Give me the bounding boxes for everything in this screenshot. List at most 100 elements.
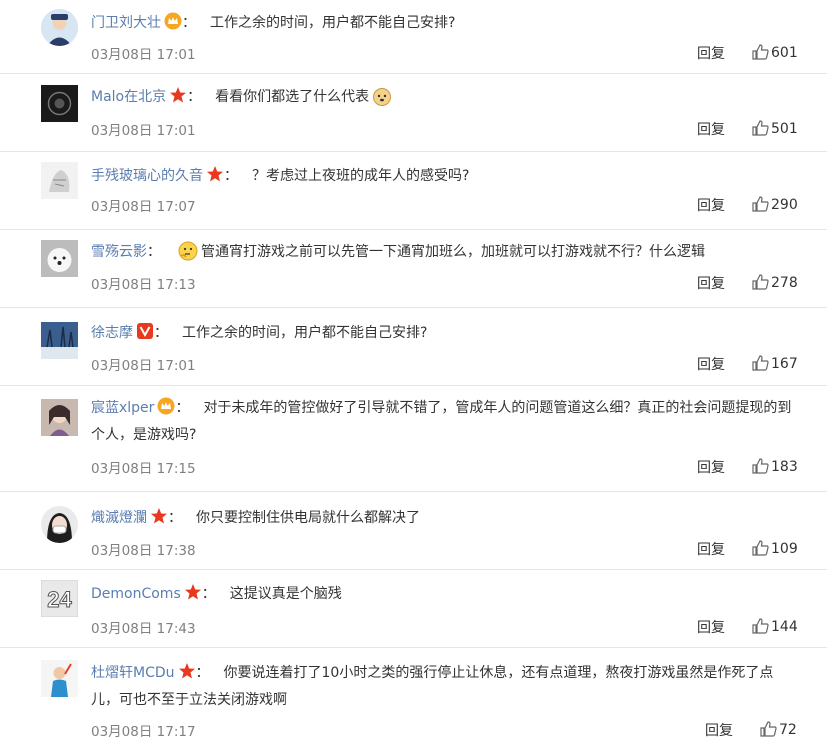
reply-button[interactable]: 回复 bbox=[705, 720, 733, 740]
avatar[interactable] bbox=[41, 85, 78, 122]
username-link[interactable]: 雪殇云影 bbox=[91, 244, 147, 260]
like-button[interactable]: 167 bbox=[752, 355, 798, 372]
comment-item: 雪殇云影： 管通宵打游戏之前可以先管一下通宵加班么，加班就可以打游戏就不行？什么逻… bbox=[0, 230, 827, 308]
comment-text: ？考虑过上夜班的成年人的感受吗? bbox=[252, 168, 470, 184]
avatar[interactable] bbox=[41, 9, 78, 46]
reply-button[interactable]: 回复 bbox=[697, 539, 725, 559]
comment-item: 手残玻璃心的久音：？考虑过上夜班的成年人的感受吗? 03月08日 17:07 回… bbox=[0, 152, 827, 230]
thumbs-up-icon bbox=[752, 274, 769, 290]
comment-text: 看看你们都选了什么代表 bbox=[215, 89, 370, 105]
avatar[interactable] bbox=[41, 240, 78, 277]
avatar-text: 24 bbox=[47, 587, 72, 612]
comment-item: 熾滅燈瀾：你只要控制住供电局就什么都解决了 03月08日 17:38 回复 10… bbox=[0, 492, 827, 570]
thinking-emoji-icon bbox=[178, 241, 198, 261]
thumbs-up-icon bbox=[752, 458, 769, 474]
comment-item: 门卫刘大壮：工作之余的时间，用户都不能自己安排? 03月08日 17:01 回复… bbox=[0, 0, 827, 74]
like-button[interactable]: 72 bbox=[760, 721, 797, 738]
reply-button[interactable]: 回复 bbox=[697, 457, 725, 477]
comment-date: 03月08日 17:01 bbox=[91, 123, 196, 139]
thumbs-up-icon bbox=[752, 618, 769, 634]
like-button[interactable]: 183 bbox=[752, 458, 798, 475]
comment-date: 03月08日 17:01 bbox=[91, 47, 196, 63]
star-badge-icon bbox=[206, 165, 224, 183]
comment-line: 门卫刘大壮：工作之余的时间，用户都不能自己安排? bbox=[91, 10, 797, 37]
star-badge-icon bbox=[178, 662, 196, 680]
like-count: 72 bbox=[779, 722, 797, 738]
username-link[interactable]: 宸蓝xlper bbox=[91, 400, 154, 416]
reply-button[interactable]: 回复 bbox=[697, 43, 725, 63]
comment-text: 你只要控制住供电局就什么都解决了 bbox=[196, 510, 420, 526]
username-link[interactable]: 杜熠轩MCDu bbox=[91, 665, 175, 681]
like-button[interactable]: 501 bbox=[752, 120, 798, 137]
avatar[interactable]: 24 bbox=[41, 580, 78, 617]
comment-text: 这提议真是个脑残 bbox=[229, 586, 342, 602]
like-count: 501 bbox=[771, 121, 798, 137]
comment-date: 03月08日 17:17 bbox=[91, 724, 196, 740]
username-link[interactable]: 徐志摩 bbox=[91, 325, 133, 341]
like-count: 290 bbox=[771, 197, 798, 213]
star-badge-icon bbox=[184, 583, 202, 601]
reply-button[interactable]: 回复 bbox=[697, 617, 725, 637]
like-count: 167 bbox=[771, 356, 798, 372]
comment-text: 管通宵打游戏之前可以先管一下通宵加班么，加班就可以打游戏就不行？什么逻辑 bbox=[201, 244, 705, 260]
username-link[interactable]: 门卫刘大壮 bbox=[91, 15, 161, 31]
comment-line: 徐志摩：工作之余的时间，用户都不能自己安排? bbox=[91, 320, 797, 347]
like-button[interactable]: 144 bbox=[752, 618, 798, 635]
comment-line: Malo在北京：看看你们都选了什么代表 bbox=[91, 84, 797, 111]
username-link[interactable]: 熾滅燈瀾 bbox=[91, 510, 147, 526]
thumbs-up-icon bbox=[752, 540, 769, 556]
avatar[interactable] bbox=[41, 660, 78, 697]
reply-button[interactable]: 回复 bbox=[697, 119, 725, 139]
comment-text: 工作之余的时间，用户都不能自己安排? bbox=[182, 325, 428, 341]
comment-item: Malo在北京：看看你们都选了什么代表 03月08日 17:01 回复 501 bbox=[0, 74, 827, 152]
comment-date: 03月08日 17:43 bbox=[91, 621, 196, 637]
doge-emoji-icon bbox=[372, 86, 392, 106]
like-count: 183 bbox=[771, 459, 798, 475]
comment-text: 对于未成年的管控做好了引导就不错了，管成年人的问题管道这么细？真正的社会问题提现… bbox=[91, 400, 792, 443]
username-link[interactable]: DemonComs bbox=[91, 586, 181, 602]
username-link[interactable]: 手残玻璃心的久音 bbox=[91, 168, 203, 184]
thumbs-up-icon bbox=[752, 355, 769, 371]
like-count: 109 bbox=[771, 541, 798, 557]
comment-line: 宸蓝xlper：对于未成年的管控做好了引导就不错了，管成年人的问题管道这么细？真… bbox=[91, 395, 799, 449]
like-button[interactable]: 109 bbox=[752, 540, 798, 557]
comment-line: DemonComs：这提议真是个脑残 bbox=[91, 581, 797, 608]
comment-text: 工作之余的时间，用户都不能自己安排? bbox=[210, 15, 456, 31]
reply-button[interactable]: 回复 bbox=[697, 354, 725, 374]
comment-date: 03月08日 17:13 bbox=[91, 277, 196, 293]
username-link[interactable]: Malo在北京 bbox=[91, 89, 166, 105]
reply-button[interactable]: 回复 bbox=[697, 195, 725, 215]
reply-button[interactable]: 回复 bbox=[697, 273, 725, 293]
avatar[interactable] bbox=[41, 506, 78, 543]
avatar[interactable] bbox=[41, 162, 78, 199]
like-count: 278 bbox=[771, 275, 798, 291]
like-button[interactable]: 278 bbox=[752, 274, 798, 291]
star-badge-icon bbox=[150, 507, 168, 525]
crown-badge-icon bbox=[157, 397, 175, 415]
verified-v-badge-icon bbox=[136, 322, 154, 340]
comment-list: 门卫刘大壮：工作之余的时间，用户都不能自己安排? 03月08日 17:01 回复… bbox=[0, 0, 827, 748]
crown-badge-icon bbox=[164, 12, 182, 30]
comment-item: 徐志摩：工作之余的时间，用户都不能自己安排? 03月08日 17:01 回复 1… bbox=[0, 308, 827, 386]
comment-date: 03月08日 17:07 bbox=[91, 199, 196, 215]
comment-date: 03月08日 17:38 bbox=[91, 543, 196, 559]
comment-item: 宸蓝xlper：对于未成年的管控做好了引导就不错了，管成年人的问题管道这么细？真… bbox=[0, 386, 827, 492]
like-button[interactable]: 290 bbox=[752, 196, 798, 213]
avatar[interactable] bbox=[41, 322, 78, 359]
like-button[interactable]: 601 bbox=[752, 44, 798, 61]
comment-line: 熾滅燈瀾：你只要控制住供电局就什么都解决了 bbox=[91, 505, 797, 532]
comment-line: 手残玻璃心的久音：？考虑过上夜班的成年人的感受吗? bbox=[91, 163, 797, 190]
avatar[interactable] bbox=[41, 399, 78, 436]
comment-date: 03月08日 17:15 bbox=[91, 461, 196, 477]
thumbs-up-icon bbox=[752, 44, 769, 60]
like-count: 601 bbox=[771, 45, 798, 61]
thumbs-up-icon bbox=[760, 721, 777, 737]
like-count: 144 bbox=[771, 619, 798, 635]
comment-item: 杜熠轩MCDu：你要说连着打了10小时之类的强行停止让休息，还有点道理，熬夜打游… bbox=[0, 648, 827, 748]
comment-line: 杜熠轩MCDu：你要说连着打了10小时之类的强行停止让休息，还有点道理，熬夜打游… bbox=[91, 660, 800, 714]
comment-line: 雪殇云影： 管通宵打游戏之前可以先管一下通宵加班么，加班就可以打游戏就不行？什么逻… bbox=[91, 239, 797, 266]
thumbs-up-icon bbox=[752, 120, 769, 136]
thumbs-up-icon bbox=[752, 196, 769, 212]
star-badge-icon bbox=[169, 86, 187, 104]
comment-date: 03月08日 17:01 bbox=[91, 358, 196, 374]
